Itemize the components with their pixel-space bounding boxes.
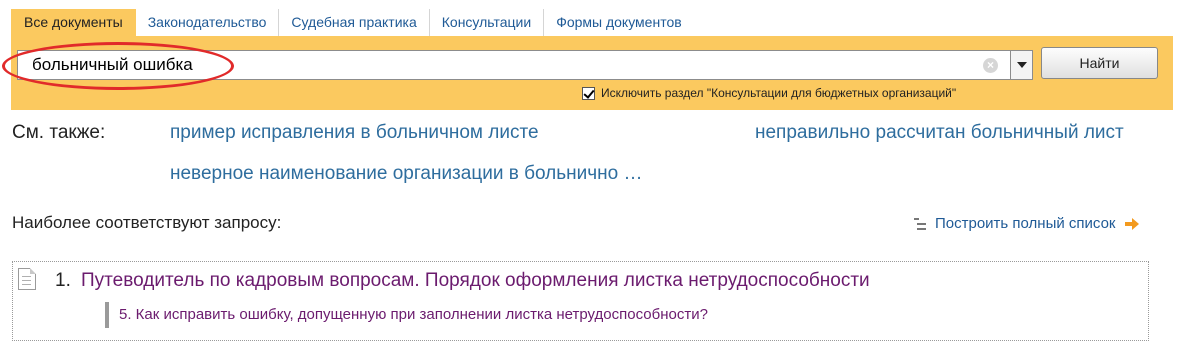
exclude-label: Исключить раздел "Консультации для бюдже… [601, 86, 957, 100]
exclude-checkbox[interactable] [582, 86, 595, 100]
tab-consultations[interactable]: Консультации [428, 9, 543, 36]
results-heading: Наиболее соответствуют запросу: [12, 213, 282, 232]
see-also-link[interactable]: пример исправления в больничном листе [170, 122, 539, 144]
clear-icon[interactable]: × [983, 58, 998, 73]
tab-court-practice[interactable]: Судебная практика [278, 9, 428, 36]
document-icon [18, 268, 36, 290]
result-number: 1. [55, 270, 71, 291]
exclude-option: Исключить раздел "Консультации для бюдже… [582, 86, 956, 100]
search-tabs: Все документы Законодательство Судебная … [11, 9, 694, 36]
tab-legislation[interactable]: Законодательство [136, 9, 279, 36]
search-box: × [17, 50, 1033, 80]
list-icon [914, 217, 926, 230]
full-list-link[interactable]: Построить полный список [914, 215, 1140, 232]
arrow-right-icon [1125, 217, 1140, 230]
search-panel: × Найти Исключить раздел "Консультации д… [11, 36, 1173, 110]
find-button[interactable]: Найти [1041, 47, 1158, 79]
see-also-label: См. также: [12, 122, 106, 143]
search-input[interactable] [32, 51, 972, 79]
full-list-label: Построить полный список [935, 215, 1116, 232]
see-also-link[interactable]: неправильно рассчитан больничный лист [755, 122, 1124, 144]
see-also-link[interactable]: неверное наименование организации в боль… [170, 163, 642, 185]
result-item: 1. Путеводитель по кадровым вопросам. По… [12, 261, 1149, 341]
result-title-link[interactable]: Путеводитель по кадровым вопросам. Поряд… [81, 270, 870, 292]
chevron-down-icon[interactable] [1010, 51, 1032, 79]
tab-document-forms[interactable]: Формы документов [543, 9, 694, 36]
tab-all-documents[interactable]: Все документы [11, 9, 136, 36]
result-subitem-link[interactable]: 5. Как исправить ошибку, допущенную при … [105, 302, 708, 328]
